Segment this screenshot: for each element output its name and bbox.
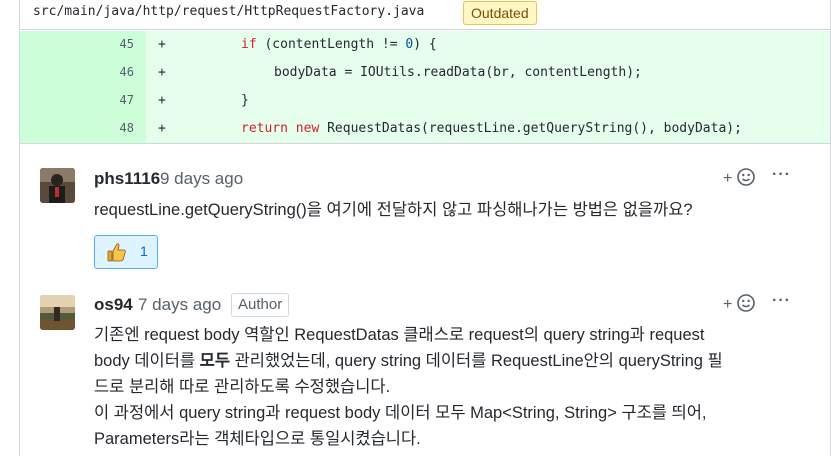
code-keyword: return: [241, 121, 288, 136]
diff-line: 48 + return new RequestDatas(requestLine…: [20, 115, 830, 143]
code-text: ) {: [413, 37, 437, 52]
diff-line: 46 + bodyData = IOUtils.readData(br, con…: [20, 59, 830, 87]
comment-body: 기존엔 request body 역할인 RequestDatas 클래스로 r…: [94, 322, 794, 452]
code-line: if (contentLength != 0) {: [241, 31, 437, 59]
line-number[interactable]: 45: [20, 31, 146, 59]
diff-sign: +: [158, 93, 166, 108]
line-number[interactable]: 48: [20, 115, 146, 143]
thumbs-up-icon: [107, 243, 126, 262]
code-keyword: if: [241, 37, 257, 52]
file-header: src/main/java/http/request/HttpRequestFa…: [19, 0, 831, 30]
comment-body-line: Parameters라는 객체타입으로 통일시켰습니다.: [94, 430, 421, 448]
code-line: bodyData = IOUtils.readData(br, contentL…: [274, 65, 642, 80]
diff-line: 47 + }: [20, 87, 830, 115]
add-reaction-button[interactable]: +: [723, 168, 755, 188]
line-number[interactable]: 46: [20, 59, 146, 87]
author-badge: Author: [231, 293, 290, 317]
code-text: (contentLength !=: [256, 37, 406, 52]
diff-sign: +: [158, 37, 166, 52]
more-options-button[interactable]: ···: [772, 292, 791, 310]
comment-timestamp[interactable]: 7 days ago: [138, 295, 221, 315]
diff-sign: +: [158, 65, 166, 80]
line-number[interactable]: 47: [20, 87, 146, 115]
code-line: }: [241, 93, 249, 108]
comment-body-line: 이 과정에서 query string과 request body 데이터 모두…: [94, 404, 707, 422]
code-line: return new RequestDatas(requestLine.getQ…: [241, 115, 742, 143]
smiley-icon: [736, 168, 755, 186]
reaction-button[interactable]: 1: [94, 235, 158, 269]
comment-text: body 데이터를: [94, 352, 200, 370]
plus-icon: +: [723, 296, 733, 313]
comment-bold-text: 모두: [199, 352, 231, 370]
avatar[interactable]: [40, 168, 75, 203]
comment-timestamp[interactable]: 9 days ago: [160, 169, 243, 189]
review-comments-thread: phs1116 9 days ago + ··· requestLine.get…: [19, 143, 831, 456]
outdated-badge: Outdated: [463, 1, 537, 25]
code-keyword: new: [295, 121, 320, 136]
comment-text: 관리했었는데, query string 데이터를 RequestLine안의 …: [230, 352, 723, 370]
avatar[interactable]: [40, 295, 75, 330]
plus-icon: +: [723, 170, 733, 187]
file-path[interactable]: src/main/java/http/request/HttpRequestFa…: [33, 4, 424, 19]
add-reaction-button[interactable]: +: [723, 294, 755, 314]
comment-body-line: 기존엔 request body 역할인 RequestDatas 클래스로 r…: [94, 326, 705, 344]
comment-body-line: body 데이터를 모두 관리했었는데, query string 데이터를 R…: [94, 348, 794, 374]
comment-body-line: 드로 분리해 따로 관리하도록 수정했습니다.: [94, 378, 391, 396]
comment-author[interactable]: os94: [94, 295, 133, 315]
comment-author[interactable]: phs1116: [94, 169, 160, 189]
comment-body: requestLine.getQueryString()을 여기에 전달하지 않…: [94, 201, 693, 219]
code-text: RequestDatas(requestLine.getQueryString(…: [319, 121, 742, 136]
smiley-icon: [736, 294, 755, 312]
diff-line: 45 + if (contentLength != 0) {: [20, 31, 830, 59]
more-options-button[interactable]: ···: [772, 166, 791, 184]
reaction-count: 1: [140, 243, 148, 259]
diff-sign: +: [158, 121, 166, 136]
diff-hunk: 45 + if (contentLength != 0) { 46 + body…: [19, 31, 831, 143]
